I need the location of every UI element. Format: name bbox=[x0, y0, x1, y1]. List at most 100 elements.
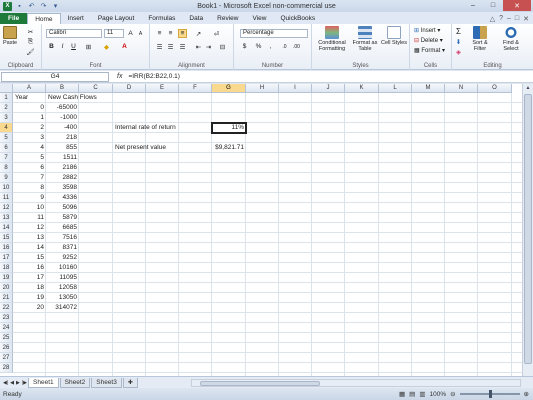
vertical-scrollbar[interactable]: ▲ bbox=[522, 84, 533, 376]
cell-year[interactable]: 17 bbox=[13, 273, 46, 283]
cell-cash-flow[interactable]: 218 bbox=[46, 133, 79, 143]
row-header-27[interactable]: 27 bbox=[0, 353, 13, 363]
cell-cash-flow[interactable]: 7516 bbox=[46, 233, 79, 243]
row-header-24[interactable]: 24 bbox=[0, 323, 13, 333]
column-header-i[interactable]: I bbox=[279, 84, 312, 93]
irr-label[interactable]: Internal rate of return bbox=[115, 123, 205, 133]
grow-font-icon[interactable]: A bbox=[126, 29, 135, 38]
fill-icon[interactable]: ⬇ bbox=[454, 37, 463, 46]
maximize-icon[interactable]: □ bbox=[483, 0, 503, 11]
worksheet-grid[interactable]: A B C D E F G H I J K L M N O 1 2 3 4 5 6 7 8 9 10 11 12 13 14 15 16 17… bbox=[0, 84, 522, 376]
row-header-13[interactable]: 13 bbox=[0, 213, 13, 223]
sort-filter-button[interactable]: Sort & Filter bbox=[466, 26, 494, 52]
insert-function-icon[interactable]: fx bbox=[117, 73, 122, 80]
increase-decimal-icon[interactable]: .0 bbox=[280, 42, 289, 51]
find-select-button[interactable]: Find & Select bbox=[496, 26, 526, 52]
cell-cash-flow[interactable]: 3598 bbox=[46, 183, 79, 193]
horizontal-scroll-thumb[interactable] bbox=[200, 380, 320, 386]
cell-cash-flow[interactable]: -400 bbox=[46, 123, 79, 133]
cell-year[interactable]: 15 bbox=[13, 253, 46, 263]
last-sheet-icon[interactable]: |▶ bbox=[22, 380, 27, 386]
cell-year[interactable]: 7 bbox=[13, 173, 46, 183]
next-sheet-icon[interactable]: ▶ bbox=[16, 380, 20, 386]
row-header-23[interactable]: 23 bbox=[0, 313, 13, 323]
format-cells-button[interactable]: ▦ Format ▾ bbox=[414, 47, 445, 54]
cell-year[interactable]: 0 bbox=[13, 103, 46, 113]
cell-year[interactable]: 2 bbox=[13, 123, 46, 133]
cell-a1[interactable]: Year bbox=[15, 93, 48, 103]
cell-b1[interactable]: New Cash Flows bbox=[48, 93, 108, 103]
scroll-up-icon[interactable]: ▲ bbox=[523, 84, 533, 93]
borders-icon[interactable]: ⊞ bbox=[84, 42, 93, 51]
column-header-o[interactable]: O bbox=[478, 84, 512, 93]
font-color-icon[interactable]: A bbox=[120, 42, 129, 51]
column-header-k[interactable]: K bbox=[345, 84, 379, 93]
tab-insert[interactable]: Insert bbox=[61, 13, 91, 24]
underline-icon[interactable]: U bbox=[69, 42, 78, 51]
cell-year[interactable]: 6 bbox=[13, 163, 46, 173]
cell-year[interactable]: 13 bbox=[13, 233, 46, 243]
align-middle-icon[interactable]: ≡ bbox=[166, 29, 175, 38]
row-header-19[interactable]: 19 bbox=[0, 273, 13, 283]
row-header-25[interactable]: 25 bbox=[0, 333, 13, 343]
autosum-icon[interactable]: Σ bbox=[454, 27, 463, 36]
cell-cash-flow[interactable]: 4336 bbox=[46, 193, 79, 203]
row-header-28[interactable]: 28 bbox=[0, 363, 13, 373]
increase-indent-icon[interactable]: ⇥ bbox=[204, 42, 213, 51]
cell-year[interactable]: 4 bbox=[13, 143, 46, 153]
row-header-3[interactable]: 3 bbox=[0, 113, 13, 123]
cell-cash-flow[interactable]: 5879 bbox=[46, 213, 79, 223]
cell-year[interactable]: 3 bbox=[13, 133, 46, 143]
row-header-5[interactable]: 5 bbox=[0, 133, 13, 143]
cell-cash-flow[interactable]: 12058 bbox=[46, 283, 79, 293]
align-center-icon[interactable]: ☰ bbox=[166, 42, 175, 51]
column-header-d[interactable]: D bbox=[113, 84, 146, 93]
cell-year[interactable]: 10 bbox=[13, 203, 46, 213]
number-format-select[interactable]: Percentage bbox=[240, 29, 308, 38]
cell-year[interactable]: 8 bbox=[13, 183, 46, 193]
npv-value-cell[interactable]: $9,821.71 bbox=[212, 143, 246, 153]
cut-icon[interactable]: ✂ bbox=[26, 27, 35, 36]
prev-sheet-icon[interactable]: ◀ bbox=[10, 380, 14, 386]
npv-label[interactable]: Net present value bbox=[115, 143, 205, 153]
row-header-7[interactable]: 7 bbox=[0, 153, 13, 163]
row-header-1[interactable]: 1 bbox=[0, 93, 13, 103]
zoom-slider[interactable] bbox=[459, 390, 520, 398]
cell-cash-flow[interactable]: 11095 bbox=[46, 273, 79, 283]
workbook-restore-icon[interactable]: □ bbox=[515, 15, 519, 22]
column-header-c[interactable]: C bbox=[79, 84, 113, 93]
row-header-4[interactable]: 4 bbox=[0, 123, 13, 133]
row-header-16[interactable]: 16 bbox=[0, 243, 13, 253]
align-left-icon[interactable]: ☰ bbox=[155, 42, 164, 51]
tab-file[interactable]: File bbox=[0, 13, 28, 24]
column-header-g[interactable]: G bbox=[212, 84, 246, 93]
tab-home[interactable]: Home bbox=[27, 13, 61, 24]
tab-review[interactable]: Review bbox=[210, 13, 245, 24]
cell-cash-flow[interactable]: 8371 bbox=[46, 243, 79, 253]
horizontal-scrollbar[interactable] bbox=[191, 378, 521, 387]
undo-icon[interactable]: ↶ bbox=[27, 2, 36, 11]
save-icon[interactable]: ▪ bbox=[15, 2, 24, 11]
row-header-15[interactable]: 15 bbox=[0, 233, 13, 243]
fill-color-icon[interactable]: ◆ bbox=[102, 42, 111, 51]
cell-cash-flow[interactable]: 10160 bbox=[46, 263, 79, 273]
shrink-font-icon[interactable]: A bbox=[136, 29, 145, 38]
cell-year[interactable]: 12 bbox=[13, 223, 46, 233]
row-header-21[interactable]: 21 bbox=[0, 293, 13, 303]
tab-quickbooks[interactable]: QuickBooks bbox=[273, 13, 322, 24]
cell-styles-button[interactable]: Cell Styles bbox=[381, 26, 407, 46]
row-header-22[interactable]: 22 bbox=[0, 303, 13, 313]
sheet-tab-sheet3[interactable]: Sheet3 bbox=[91, 377, 122, 388]
column-header-h[interactable]: H bbox=[246, 84, 279, 93]
align-bottom-icon[interactable]: ≡ bbox=[178, 29, 187, 38]
clear-icon[interactable]: ◈ bbox=[454, 47, 463, 56]
column-header-j[interactable]: J bbox=[312, 84, 345, 93]
cell-year[interactable]: 5 bbox=[13, 153, 46, 163]
row-header-20[interactable]: 20 bbox=[0, 283, 13, 293]
column-header-n[interactable]: N bbox=[445, 84, 478, 93]
insert-sheet-icon[interactable]: ✚ bbox=[122, 377, 138, 388]
cell-year[interactable]: 19 bbox=[13, 293, 46, 303]
column-header-m[interactable]: M bbox=[412, 84, 445, 93]
font-name-select[interactable]: Calibri bbox=[46, 29, 102, 38]
decrease-decimal-icon[interactable]: .00 bbox=[292, 42, 301, 51]
